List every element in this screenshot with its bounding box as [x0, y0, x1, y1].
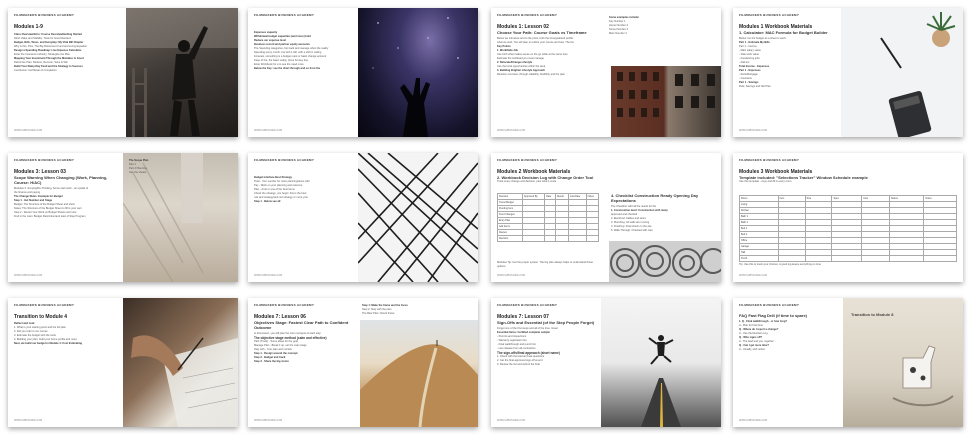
pipes-photo [609, 241, 721, 282]
slide-title: Modules 1-9 [14, 24, 43, 30]
brand-label: FILMMAKERS BUSINESS ACADEMY [739, 303, 800, 307]
list-item: Revision overview, through reliability, … [497, 73, 565, 76]
slide-subtitle: Choose Your Path: Course Goals vs Timefr… [497, 30, 587, 35]
slide-lesson-02[interactable]: FILMMAKERS BUSINESS ACADEMY Modules 1: L… [491, 8, 721, 137]
beams-pattern-icon [358, 153, 478, 282]
slide-budget-strategy[interactable]: FILMMAKERS BUSINESS ACADEMY Budget inter… [248, 153, 478, 282]
rocking-horse-icon [892, 345, 954, 407]
list-item: Main Number 4 [609, 32, 627, 35]
slide-footer: WWW.SUBSTANCE.COM [254, 419, 282, 422]
brand-label: FILMMAKERS BUSINESS ACADEMY [497, 158, 558, 162]
slide-footer: WWW.SUBSTANCE.COM [739, 419, 767, 422]
hill-path-icon [360, 340, 478, 427]
list-item: Conclusion: Certificate of Completion [14, 69, 57, 72]
table-row: Revision [497, 235, 600, 242]
slide-footer: WWW.SUBSTANCE.COM [497, 129, 525, 132]
brand-label: FILMMAKERS BUSINESS ACADEMY [254, 158, 315, 162]
slide-transition-module-4[interactable]: FILMMAKERS BUSINESS ACADEMY Transition t… [8, 298, 238, 427]
brick-buildings-photo [611, 66, 721, 137]
slide-title: Transition to Module 4 [14, 314, 68, 320]
painter-silhouette-icon [126, 8, 238, 137]
brand-label: FILMMAKERS BUSINESS ACADEMY [497, 303, 558, 307]
table-footnote: Tip: Use this to track your choices. A g… [739, 263, 821, 266]
slide-footer: WWW.SUBSTANCE.COM [739, 274, 767, 277]
list-item: Find in the main: Budget Restriction/and… [14, 215, 86, 218]
slide-workbook-selections[interactable]: FILMMAKERS BUSINESS ACADEMY Modules 3 Wo… [733, 153, 963, 282]
brand-label: FILMMAKERS BUSINESS ACADEMY [739, 158, 800, 162]
drafting-hands-photo [123, 298, 238, 427]
list-item: Next, we build our budget in Module 4: C… [14, 342, 83, 345]
checklist-title: 4. Checklist Construction Ready Opening … [611, 193, 699, 203]
list-item: Use the sheets [129, 171, 147, 174]
list-item: Use this template - copy and fill in eve… [739, 180, 792, 183]
slide-subtitle: Sign-Offs and Essential (of the Step Peo… [497, 320, 595, 325]
calculator-desk-photo [841, 8, 963, 137]
rocking-horse-photo: Transition to Module 8 [843, 298, 963, 427]
hand-silhouette-icon [372, 17, 459, 137]
decision-log-table: Decision Approved By Date Result Last Da… [497, 193, 600, 242]
jumping-person-icon [641, 335, 681, 427]
table-row: Porch [739, 255, 957, 262]
slide-faq-transition[interactable]: FILMMAKERS BUSINESS ACADEMY FAQ Fast Fla… [733, 298, 963, 427]
brand-label: FILMMAKERS BUSINESS ACADEMY [14, 303, 75, 307]
transition-title: Transition to Module 8 [851, 312, 894, 317]
selections-table: Room Item Size Spec Cost Status Notes Li… [739, 195, 957, 262]
slide-modules-overview[interactable]: FILMMAKERS BUSINESS ACADEMY Modules 1-9 … [8, 8, 238, 137]
list-item: Below the Key: see the chart through and… [254, 67, 321, 70]
slide-footer: WWW.SUBSTANCE.COM [14, 129, 42, 132]
renovation-wall-photo: The Scope Plan Part 1 Part 2 Planning Us… [123, 153, 238, 282]
slide-footer: WWW.SUBSTANCE.COM [497, 419, 525, 422]
list-item: 5. Walk-Through: Checked with care [611, 229, 653, 232]
table-footnote: Modules Tip: Get the proper system. The … [497, 261, 593, 268]
slide-lesson-07[interactable]: FILMMAKERS BUSINESS ACADEMY Modules 7: L… [491, 298, 721, 427]
brand-label: FILMMAKERS BUSINESS ACADEMY [14, 158, 75, 162]
slide-footer: WWW.SUBSTANCE.COM [14, 419, 42, 422]
list-item: 3. Review the list and submit the final [497, 363, 540, 366]
slide-expenses[interactable]: FILMMAKERS BUSINESS ACADEMY Expenses cap… [248, 8, 478, 137]
brand-label: FILMMAKERS BUSINESS ACADEMY [497, 13, 558, 17]
slide-footer: WWW.SUBSTANCE.COM [739, 129, 767, 132]
list-item: The Best Plan: Check frame [362, 312, 395, 315]
jumping-man-road-photo [601, 298, 721, 427]
list-item: Track every change and decision, plus wh… [497, 180, 557, 183]
slide-workbook-calculator[interactable]: FILMMAKERS BUSINESS ACADEMY Modules 1 Wo… [733, 8, 963, 137]
slide-footer: WWW.SUBSTANCE.COM [14, 274, 42, 277]
blueprint-pen-icon [131, 335, 238, 427]
brand-label: FILMMAKERS BUSINESS ACADEMY [14, 13, 75, 17]
painter-photo [126, 8, 238, 137]
slide-lesson-06[interactable]: FILMMAKERS BUSINESS ACADEMY Modules 7: L… [248, 298, 478, 427]
slide-subtitle: Objectives Stage: Fastest Clear Path to … [254, 320, 349, 330]
pipe-rolls-icon [610, 245, 721, 278]
brand-label: FILMMAKERS BUSINESS ACADEMY [254, 303, 315, 307]
list-item: A - Usually, with notice [739, 348, 765, 351]
table-cell: Porch [739, 255, 779, 262]
slide-subtitle: FAQ Fast Flag Drill (if time to spare) [739, 313, 808, 318]
desert-path-photo [360, 320, 478, 427]
night-sky-photo [358, 8, 478, 137]
table-cell: Revision [497, 235, 523, 242]
calculator-plant-icon [880, 12, 956, 137]
slide-workbook-decision-log[interactable]: FILMMAKERS BUSINESS ACADEMY Modules 2 Wo… [491, 153, 721, 282]
steel-beams-photo [358, 153, 478, 282]
list-item: Step 3 - Share the big vision [254, 360, 289, 363]
slide-footer: WWW.SUBSTANCE.COM [497, 274, 525, 277]
slide-footer: WWW.SUBSTANCE.COM [254, 274, 282, 277]
windows-pattern-icon [617, 72, 715, 117]
slide-footer: WWW.SUBSTANCE.COM [254, 129, 282, 132]
brand-label: FILMMAKERS BUSINESS ACADEMY [254, 13, 315, 17]
slide-lesson-03[interactable]: FILMMAKERS BUSINESS ACADEMY Modules 3: L… [8, 153, 238, 282]
slide-subtitle: Scope Warning When Changing (Work, Plann… [14, 175, 108, 185]
list-item: Step 1 - Below see all [254, 200, 281, 203]
